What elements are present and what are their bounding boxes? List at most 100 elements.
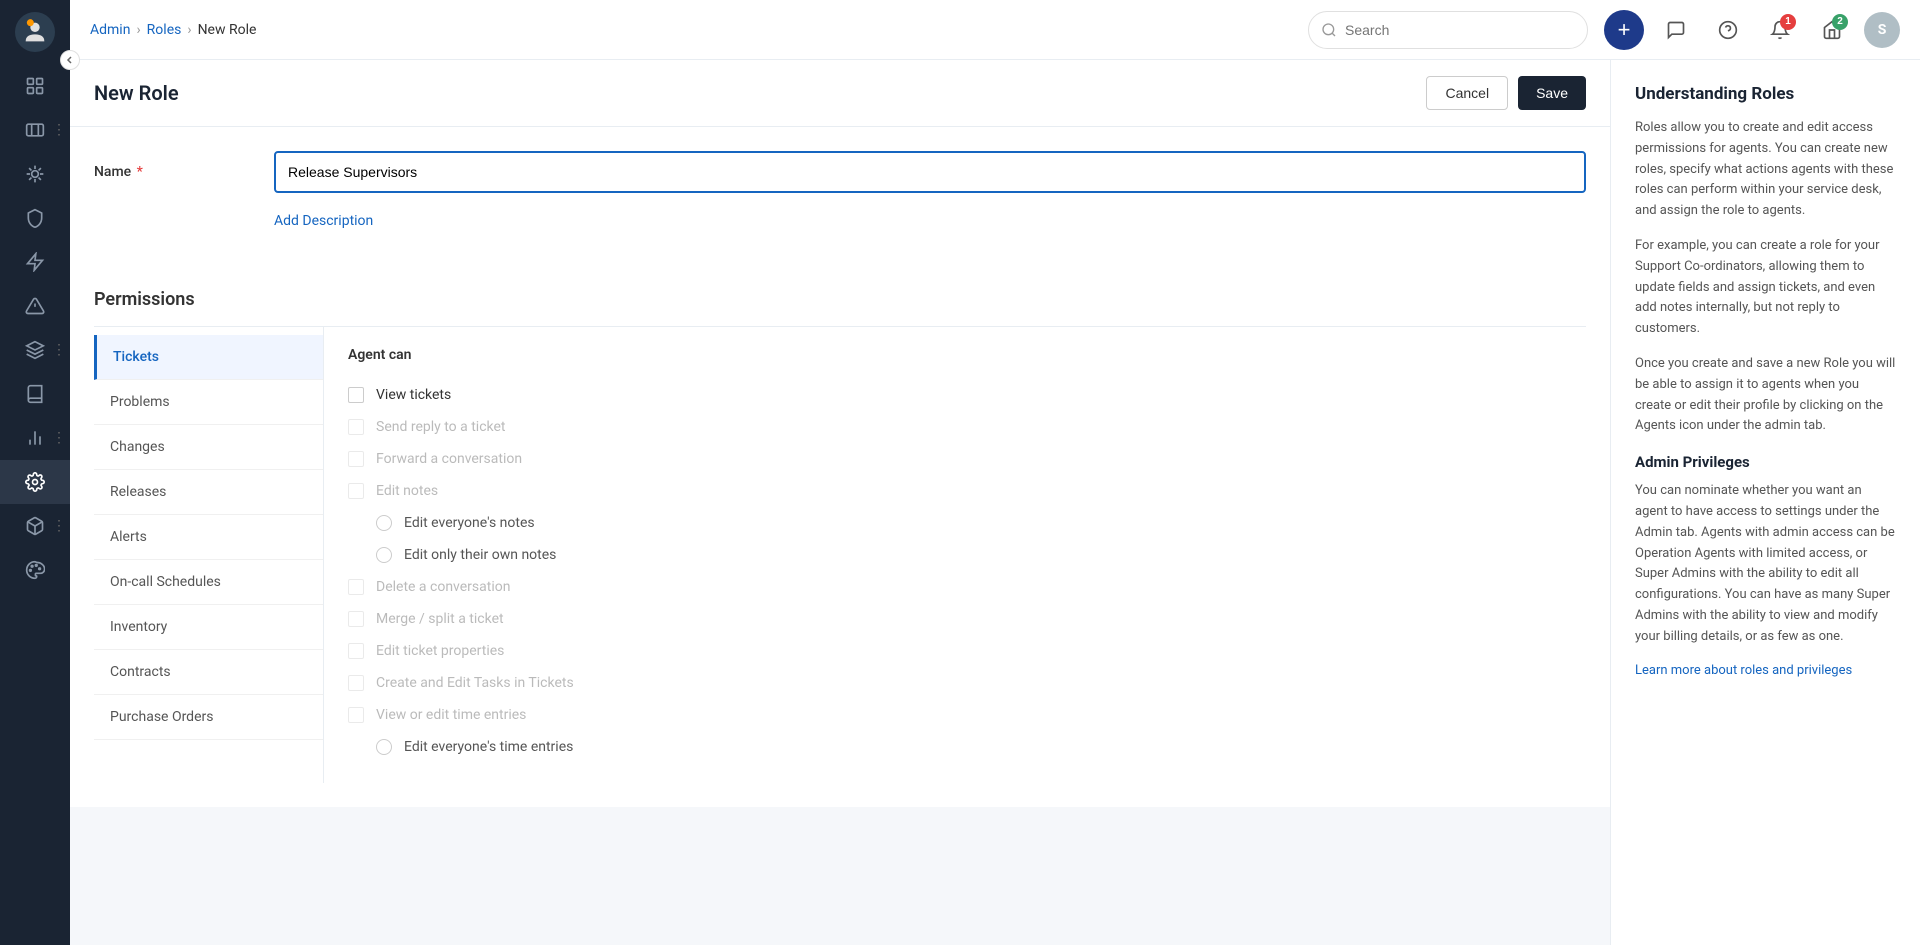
perm-label-view-edit-time: View or edit time entries [376,707,526,723]
help-sidebar: Understanding Roles Roles allow you to c… [1610,60,1920,945]
cancel-button[interactable]: Cancel [1426,76,1508,110]
perm-label-view-tickets: View tickets [376,387,451,403]
page-content: New Role Cancel Save Name * Add Descript… [70,60,1610,945]
store-button[interactable]: 2 [1812,10,1852,50]
sidebar-item-bugs[interactable] [0,152,70,196]
notification-badge-2: 2 [1832,14,1848,30]
form-area: Name * Add Description [70,127,1610,269]
topbar: Admin › Roles › New Role + 1 [70,0,1920,60]
agent-can-label: Agent can [348,347,1562,363]
sidebar-item-shield[interactable] [0,196,70,240]
perm-edit-everyones-time: Edit everyone's time entries [376,731,1562,763]
checkbox-create-edit-tasks[interactable] [348,675,364,691]
nav-item-alerts[interactable]: Alerts [94,515,323,560]
user-avatar[interactable]: S [1864,12,1900,48]
breadcrumb-current: New Role [198,22,257,38]
breadcrumb-sep-2: › [187,22,191,38]
perm-edit-own-notes: Edit only their own notes [376,539,1562,571]
nav-item-changes[interactable]: Changes [94,425,323,470]
perm-create-edit-tasks: Create and Edit Tasks in Tickets [348,667,1562,699]
breadcrumb-admin[interactable]: Admin [90,22,130,38]
nav-item-contracts[interactable]: Contracts [94,650,323,695]
checkbox-forward-conv[interactable] [348,451,364,467]
perm-forward-conv: Forward a conversation [348,443,1562,475]
perm-label-edit-notes: Edit notes [376,483,438,499]
perm-label-edit-own-notes: Edit only their own notes [404,547,556,563]
name-input[interactable] [274,151,1586,193]
name-label: Name * [94,164,274,180]
sidebar-item-book[interactable] [0,372,70,416]
checkbox-edit-notes[interactable] [348,483,364,499]
breadcrumb-roles[interactable]: Roles [147,22,182,38]
sidebar-collapse[interactable] [60,50,80,70]
help-icon [1718,20,1738,40]
nav-item-releases[interactable]: Releases [94,470,323,515]
perm-label-merge-split: Merge / split a ticket [376,611,504,627]
notification-button[interactable]: 1 [1760,10,1800,50]
box-more[interactable]: ⋮ [52,518,66,534]
radio-edit-everyones-time[interactable] [376,739,392,755]
radio-edit-everyones-notes[interactable] [376,515,392,531]
search-input[interactable] [1345,22,1575,38]
content-area: New Role Cancel Save Name * Add Descript… [70,60,1920,945]
notification-badge-1: 1 [1780,14,1796,30]
perm-view-tickets: View tickets [348,379,1562,411]
chat-icon [1666,20,1686,40]
perm-label-send-reply: Send reply to a ticket [376,419,506,435]
add-button[interactable]: + [1604,10,1644,50]
radio-edit-own-notes[interactable] [376,547,392,563]
perm-delete-conv: Delete a conversation [348,571,1562,603]
breadcrumb-sep-1: › [136,22,140,38]
app-logo[interactable] [15,12,55,52]
checkbox-view-edit-time[interactable] [348,707,364,723]
perm-label-edit-everyones-notes: Edit everyone's notes [404,515,535,531]
layers-more[interactable]: ⋮ [52,342,66,358]
perm-edit-everyones-notes: Edit everyone's notes [376,507,1562,539]
perm-merge-split: Merge / split a ticket [348,603,1562,635]
perm-edit-ticket-props: Edit ticket properties [348,635,1562,667]
checkbox-view-tickets[interactable] [348,387,364,403]
save-button[interactable]: Save [1518,76,1586,110]
help-para-2: For example, you can create a role for y… [1635,236,1896,340]
perm-view-edit-time: View or edit time entries [348,699,1562,731]
admin-para: You can nominate whether you want an age… [1635,481,1896,647]
main-wrapper: Admin › Roles › New Role + 1 [70,0,1920,945]
checkbox-merge-split[interactable] [348,611,364,627]
required-star: * [133,164,143,180]
nav-item-purchase-orders[interactable]: Purchase Orders [94,695,323,740]
perm-edit-notes: Edit notes [348,475,1562,507]
perm-label-create-edit-tasks: Create and Edit Tasks in Tickets [376,675,574,691]
name-row: Name * [94,151,1586,193]
permissions-title: Permissions [94,269,1586,327]
nav-item-tickets[interactable]: Tickets [94,335,323,380]
learn-more-link[interactable]: Learn more about roles and privileges [1635,663,1852,678]
chart-more[interactable]: ⋮ [52,430,66,446]
topbar-actions: + 1 2 S [1604,10,1900,50]
sidebar-item-dashboard[interactable] [0,64,70,108]
help-para-1: Roles allow you to create and edit acces… [1635,118,1896,222]
chat-button[interactable] [1656,10,1696,50]
sidebar-item-lightning[interactable] [0,240,70,284]
breadcrumb: Admin › Roles › New Role [90,22,1292,38]
sidebar: ⋮ ⋮ ⋮ ⋮ [0,0,70,945]
add-description-link[interactable]: Add Description [274,213,1586,229]
search-bar[interactable] [1308,11,1588,49]
nav-item-problems[interactable]: Problems [94,380,323,425]
tickets-more[interactable]: ⋮ [52,122,66,138]
nav-item-oncall[interactable]: On-call Schedules [94,560,323,605]
sidebar-item-alert[interactable] [0,284,70,328]
help-button[interactable] [1708,10,1748,50]
permissions-nav: Tickets Problems Changes Releases Alerts… [94,327,324,783]
help-para-3: Once you create and save a new Role you … [1635,354,1896,437]
perm-label-forward-conv: Forward a conversation [376,451,522,467]
checkbox-send-reply[interactable] [348,419,364,435]
perm-label-edit-ticket-props: Edit ticket properties [376,643,504,659]
sidebar-item-settings[interactable] [0,460,70,504]
page-header: New Role Cancel Save [70,60,1610,127]
nav-item-inventory[interactable]: Inventory [94,605,323,650]
checkbox-edit-ticket-props[interactable] [348,643,364,659]
permissions-content: Agent can View tickets Send reply to a t… [324,327,1586,783]
sidebar-item-palette[interactable] [0,548,70,592]
checkbox-delete-conv[interactable] [348,579,364,595]
page-title: New Role [94,81,179,105]
